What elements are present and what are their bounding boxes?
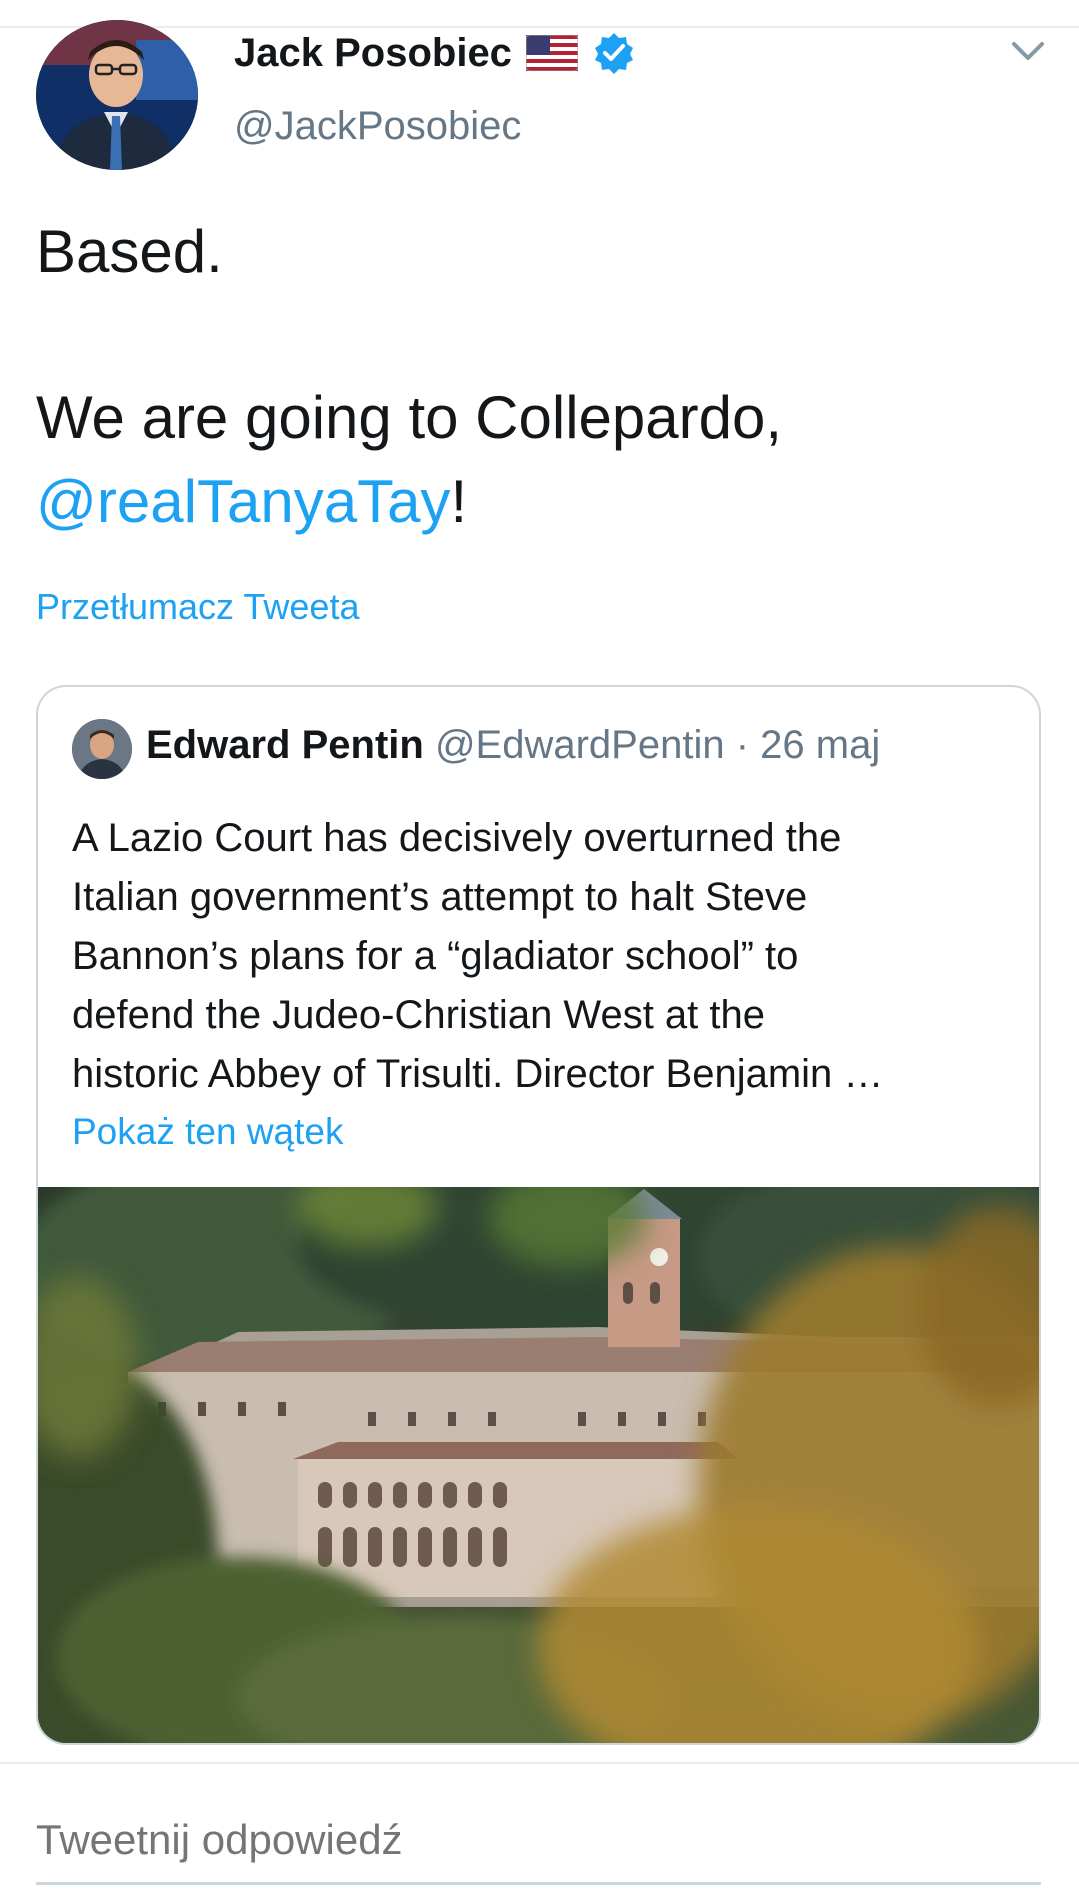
show-thread-link[interactable]: Pokaż ten wątek [72, 1111, 343, 1153]
quoted-handle[interactable]: @EdwardPentin [435, 723, 725, 767]
quoted-text-line: Italian government’s attempt to halt Ste… [72, 875, 808, 919]
quoted-text-line: historic Abbey of Trisulti. Director Ben… [72, 1052, 884, 1096]
bottom-divider [0, 1762, 1079, 1764]
quoted-text: A Lazio Court has decisively overturned … [72, 809, 1012, 1104]
tweet-text-line-1: Based. [36, 218, 223, 285]
tweet-text-exclamation: ! [450, 468, 468, 535]
quoted-date[interactable]: 26 maj [760, 723, 880, 767]
verified-badge-icon [592, 31, 636, 75]
tweet-text-line-3: @realTanyaTay! [36, 462, 467, 542]
chevron-down-icon[interactable] [1010, 38, 1046, 64]
reply-input[interactable] [36, 1805, 1041, 1875]
reply-underline [36, 1882, 1041, 1885]
quoted-tweet-card[interactable]: Edward Pentin @EdwardPentin · 26 maj A L… [36, 685, 1041, 1745]
author-handle[interactable]: @JackPosobiec [234, 104, 521, 149]
quoted-text-line: defend the Judeo-Christian West at the [72, 993, 766, 1037]
author-name-row: Jack Posobiec [234, 28, 636, 78]
mention-link[interactable]: @realTanyaTay [36, 468, 450, 535]
quoted-text-line: Bannon’s plans for a “gladiator school” … [72, 934, 799, 978]
quoted-separator: · [724, 723, 761, 767]
quoted-display-name[interactable]: Edward Pentin [146, 723, 424, 767]
author-avatar[interactable] [36, 20, 198, 170]
translate-tweet-link[interactable]: Przetłumacz Tweeta [36, 586, 359, 628]
us-flag-icon [525, 34, 579, 72]
quoted-author-avatar[interactable] [72, 719, 132, 779]
author-display-name[interactable]: Jack Posobiec [234, 31, 512, 76]
quoted-header: Edward Pentin @EdwardPentin · 26 maj [146, 723, 880, 768]
abbey-photo[interactable] [38, 1187, 1039, 1743]
tweet-text-line-2: We are going to Collepardo, [36, 384, 783, 451]
quoted-text-line: A Lazio Court has decisively overturned … [72, 816, 842, 860]
